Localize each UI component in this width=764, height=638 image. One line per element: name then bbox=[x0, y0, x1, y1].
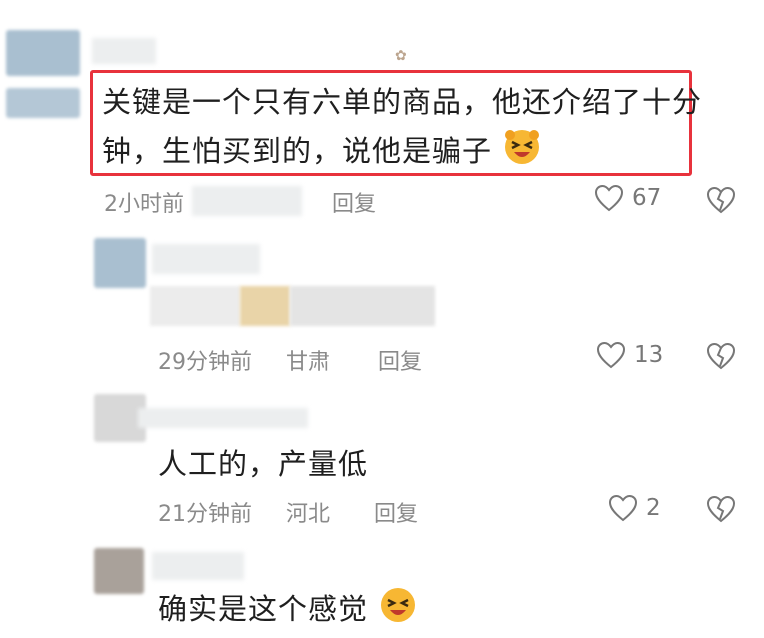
dislike-button[interactable] bbox=[706, 495, 736, 527]
heart-outline-icon bbox=[594, 184, 624, 212]
avatar[interactable] bbox=[6, 30, 80, 76]
dislike-button[interactable] bbox=[706, 342, 736, 374]
reply-button[interactable]: 回复 bbox=[378, 344, 422, 376]
dislike-button[interactable] bbox=[706, 186, 736, 218]
username-blurred[interactable] bbox=[152, 244, 260, 274]
comment-time: 2小时前 bbox=[104, 192, 184, 217]
heart-outline-icon bbox=[596, 341, 626, 369]
broken-heart-icon bbox=[706, 342, 736, 370]
reply-button[interactable]: 回复 bbox=[332, 186, 376, 218]
blurred-content-segment bbox=[290, 286, 435, 326]
like-count: 13 bbox=[634, 342, 664, 368]
like-button[interactable]: 67 bbox=[594, 184, 661, 212]
comment-time: 21分钟前 bbox=[158, 502, 252, 527]
username-blurred[interactable] bbox=[152, 552, 244, 580]
comment-location: 河北 bbox=[286, 502, 331, 527]
username-blurred[interactable] bbox=[138, 408, 308, 428]
decorative-mark: ✿ bbox=[395, 48, 407, 64]
location-blurred bbox=[192, 186, 302, 216]
laughing-face-emoji-icon bbox=[378, 584, 418, 638]
comment-text-line2-content: 钟，生怕买到的，说他是骗子 bbox=[102, 134, 493, 168]
laughing-face-emoji-icon bbox=[502, 126, 542, 180]
comment-meta: 29分钟前 甘肃 bbox=[158, 344, 364, 376]
comment-text-line1: 关键是一个只有六单的商品，他还介绍了十分 bbox=[102, 85, 703, 119]
avatar[interactable] bbox=[94, 238, 146, 288]
broken-heart-icon bbox=[706, 186, 736, 214]
blurred-content-segment bbox=[240, 286, 290, 326]
comment-text-line2: 钟，生怕买到的，说他是骗子 bbox=[102, 126, 702, 180]
like-count: 67 bbox=[632, 185, 662, 211]
broken-heart-icon bbox=[706, 495, 736, 523]
comment-text-content: 确实是这个感觉 bbox=[158, 592, 369, 626]
like-button[interactable]: 13 bbox=[596, 341, 663, 369]
username-blurred[interactable] bbox=[92, 38, 156, 64]
avatar[interactable] bbox=[94, 548, 144, 594]
reply-button[interactable]: 回复 bbox=[374, 496, 418, 528]
comment-text: 关键是一个只有六单的商品，他还介绍了十分 钟，生怕买到的，说他是骗子 bbox=[102, 78, 702, 180]
comment-location: 甘肃 bbox=[286, 350, 331, 375]
avatar-lower bbox=[6, 88, 80, 118]
blurred-content-segment bbox=[150, 286, 240, 326]
comment-text: 人工的，产量低 bbox=[158, 447, 369, 481]
heart-outline-icon bbox=[608, 494, 638, 522]
like-count: 2 bbox=[646, 495, 661, 521]
like-button[interactable]: 2 bbox=[608, 494, 661, 522]
comment-meta: 21分钟前 河北 bbox=[158, 496, 364, 528]
comment-time: 29分钟前 bbox=[158, 350, 252, 375]
comment-text: 确实是这个感觉 bbox=[158, 584, 418, 638]
